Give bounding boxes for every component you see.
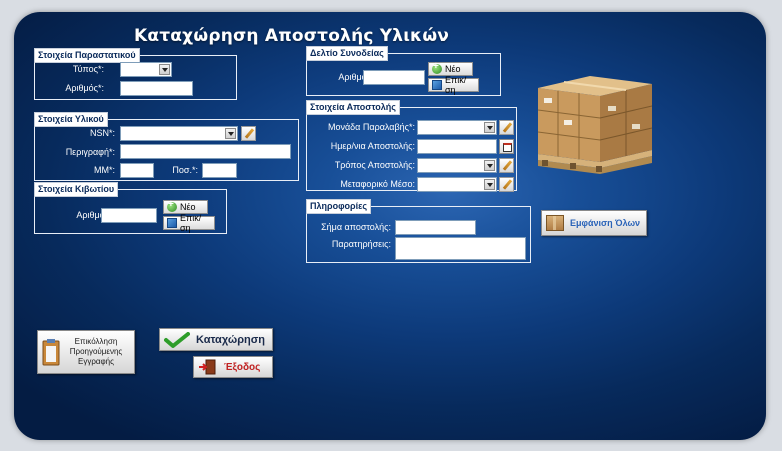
- information-legend: Πληροφορίες: [306, 199, 372, 214]
- shipment-date-input[interactable]: [417, 139, 497, 154]
- document-details-group: Στοιχεία Παραστατικού Τύπος*: Αριθμός*:: [34, 48, 237, 100]
- document-details-legend: Στοιχεία Παραστατικού: [34, 48, 140, 63]
- delivery-note-group: Δελτίο Συνοδείας Αριθμός*: Νέο Επικ/ση: [306, 46, 501, 96]
- shipment-method-label: Τρόπος Αποστολής:: [334, 160, 415, 170]
- receiving-unit-select[interactable]: [417, 120, 497, 135]
- delivery-note-new-label: Νέο: [445, 64, 461, 74]
- material-details-legend: Στοιχεία Υλικού: [34, 112, 108, 127]
- delivery-note-edit-button[interactable]: Επικ/ση: [428, 75, 479, 95]
- shipment-details-legend: Στοιχεία Αποστολής: [306, 100, 400, 115]
- clipboard-icon: [42, 339, 60, 366]
- description-input[interactable]: [120, 144, 291, 159]
- delivery-note-edit-label: Επικ/ση: [445, 75, 467, 95]
- chevron-down-icon[interactable]: [159, 64, 170, 75]
- quantity-input[interactable]: [202, 163, 237, 178]
- chevron-down-icon[interactable]: [484, 160, 495, 171]
- document-number-label: Αριθμός*:: [65, 83, 104, 93]
- add-icon: [167, 199, 177, 212]
- exit-button[interactable]: Έξοδος: [193, 356, 273, 378]
- notes-textarea[interactable]: [395, 237, 526, 260]
- delivery-note-legend: Δελτίο Συνοδείας: [306, 46, 388, 61]
- pallet-boxes-icon: [534, 68, 656, 174]
- information-group: Πληροφορίες Σήμα αποστολής: Παρατηρήσεις…: [306, 199, 531, 263]
- shipment-signal-input[interactable]: [395, 220, 476, 235]
- receiving-unit-pencil-icon[interactable]: [499, 120, 514, 135]
- mm-input[interactable]: [120, 163, 154, 178]
- main-panel: Καταχώρηση Αποστολής Υλικών Στοιχεία Παρ…: [14, 12, 766, 440]
- save-button[interactable]: Καταχώρηση: [159, 328, 273, 351]
- nsn-label: NSN*:: [89, 128, 115, 138]
- exit-label: Έξοδος: [224, 361, 261, 373]
- transport-means-pencil-icon[interactable]: [499, 177, 514, 192]
- check-icon: [164, 331, 190, 348]
- transport-means-label: Μεταφορικό Μέσο:: [340, 179, 415, 189]
- pallet-boxes-svg: [537, 76, 653, 174]
- box-details-legend: Στοιχεία Κιβωτίου: [34, 182, 119, 197]
- document-number-input[interactable]: [120, 81, 193, 96]
- material-details-group: Στοιχεία Υλικού NSN*: Περιγραφή*: ΜΜ*: Π…: [34, 112, 299, 181]
- add-icon: [432, 61, 442, 74]
- delivery-note-number-input[interactable]: [363, 70, 425, 85]
- nsn-edit-pencil-icon[interactable]: [241, 126, 256, 141]
- document-type-select[interactable]: [120, 62, 172, 77]
- mm-label: ΜΜ*:: [94, 165, 115, 175]
- show-all-button[interactable]: Εμφάνιση Όλων: [541, 210, 647, 236]
- edit-icon: [167, 218, 177, 228]
- chevron-down-icon[interactable]: [484, 122, 495, 133]
- paste-previous-record-label: Επικόλληση Προηγούμενης Εγγραφής: [69, 337, 123, 366]
- box-new-label: Νέο: [180, 202, 196, 212]
- shipment-method-select[interactable]: [417, 158, 497, 173]
- delivery-note-new-button[interactable]: Νέο: [428, 61, 473, 76]
- description-label: Περιγραφή*:: [65, 147, 115, 157]
- edit-icon: [432, 80, 442, 90]
- receiving-unit-label: Μονάδα Παραλαβής*:: [327, 122, 415, 132]
- show-all-label: Εμφάνιση Όλων: [570, 218, 641, 228]
- paste-previous-record-button[interactable]: Επικόλληση Προηγούμενης Εγγραφής: [37, 330, 135, 374]
- shipment-date-label: Ημερ/νια Αποστολής:: [330, 141, 415, 151]
- box-edit-button[interactable]: Επικ/ση: [163, 213, 215, 233]
- box-details-group: Στοιχεία Κιβωτίου Αριθμός*: Νέο Επικ/ση: [34, 182, 227, 234]
- box-new-button[interactable]: Νέο: [163, 199, 208, 214]
- quantity-label: Ποσ.*:: [172, 165, 198, 175]
- shipment-details-group: Στοιχεία Αποστολής Μονάδα Παραλαβής*: Ημ…: [306, 100, 517, 192]
- notes-label: Παρατηρήσεις:: [331, 239, 391, 249]
- transport-means-select[interactable]: [417, 177, 497, 192]
- box-icon: [546, 215, 564, 231]
- box-edit-label: Επικ/ση: [180, 213, 202, 233]
- exit-door-icon: [199, 359, 216, 375]
- chevron-down-icon[interactable]: [484, 179, 495, 190]
- shipment-method-pencil-icon[interactable]: [499, 158, 514, 173]
- box-number-input[interactable]: [101, 208, 157, 223]
- nsn-select[interactable]: [120, 126, 238, 141]
- document-type-label: Τύπος*:: [72, 64, 104, 74]
- shipment-signal-label: Σήμα αποστολής:: [321, 222, 391, 232]
- calendar-icon[interactable]: [499, 139, 514, 154]
- save-label: Καταχώρηση: [196, 333, 265, 346]
- chevron-down-icon[interactable]: [225, 128, 236, 139]
- page-title: Καταχώρηση Αποστολής Υλικών: [134, 26, 450, 46]
